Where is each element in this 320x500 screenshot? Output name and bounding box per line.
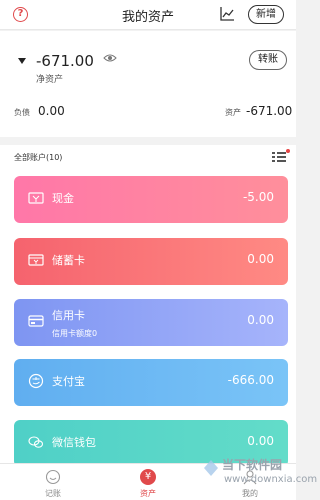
- trend-chart-icon[interactable]: [219, 6, 235, 22]
- transfer-button[interactable]: 转账: [249, 50, 287, 70]
- account-card-savings[interactable]: 储蓄卡 0.00: [14, 238, 288, 285]
- account-card-cash[interactable]: 现金 -5.00: [14, 176, 288, 223]
- tab-bookkeeping[interactable]: 记账: [23, 464, 83, 500]
- watermark-logo-icon: [204, 460, 218, 476]
- liabilities-label: 负债: [14, 108, 30, 117]
- account-name: 微信钱包: [52, 436, 96, 449]
- watermark-text: 当下软件园: [222, 458, 283, 472]
- account-amount: 0.00: [247, 313, 274, 327]
- tab-assets[interactable]: ¥ 资产: [118, 464, 178, 500]
- account-name: 支付宝: [52, 375, 85, 388]
- liabilities-value: 0.00: [38, 104, 65, 118]
- account-amount: -5.00: [242, 190, 274, 204]
- account-amount: -666.00: [227, 373, 274, 387]
- credit-card-icon: [28, 315, 44, 327]
- assets-value: -671.00: [246, 104, 293, 118]
- list-view-icon[interactable]: [272, 151, 286, 163]
- account-amount: 0.00: [247, 434, 274, 448]
- notification-dot: [286, 149, 290, 153]
- header: ? 我的资产 新增: [0, 0, 296, 30]
- watermark: 当下软件园 www.downxia.com: [200, 455, 317, 498]
- bookkeeping-icon: [45, 469, 61, 485]
- account-name: 信用卡: [52, 309, 85, 322]
- accounts-title: 全部账户(10): [14, 153, 63, 162]
- add-account-button[interactable]: 新增: [248, 5, 284, 24]
- credit-limit-label: 信用卡额度0: [52, 329, 98, 338]
- asset-summary: -671.00 净资产 转账 负债 0.00 资产 -671.00: [0, 31, 296, 137]
- account-name: 现金: [52, 192, 74, 205]
- account-card-alipay[interactable]: 支付宝 -666.00: [14, 359, 288, 406]
- savings-card-icon: [28, 254, 44, 266]
- account-card-credit[interactable]: 信用卡 信用卡额度0 0.00: [14, 299, 288, 346]
- cash-icon: [28, 192, 44, 204]
- net-assets-label: 净资产: [36, 75, 64, 85]
- account-amount: 0.00: [247, 252, 274, 266]
- accounts-panel: 全部账户(10) 现金 -5.00 储蓄卡 0.00 信用卡 信用卡额度0 0.…: [0, 145, 296, 467]
- tab-label: 资产: [140, 489, 156, 498]
- wechat-icon: [28, 436, 44, 448]
- net-assets-value: -671.00: [36, 52, 94, 70]
- collapse-caret-icon[interactable]: [18, 58, 26, 64]
- assets-yen-icon: ¥: [140, 469, 156, 485]
- tab-label: 记账: [45, 489, 61, 498]
- alipay-icon: [28, 373, 44, 389]
- eye-icon[interactable]: [103, 53, 117, 63]
- account-name: 储蓄卡: [52, 254, 85, 267]
- assets-label: 资产: [225, 108, 241, 117]
- watermark-url: www.downxia.com: [224, 474, 318, 485]
